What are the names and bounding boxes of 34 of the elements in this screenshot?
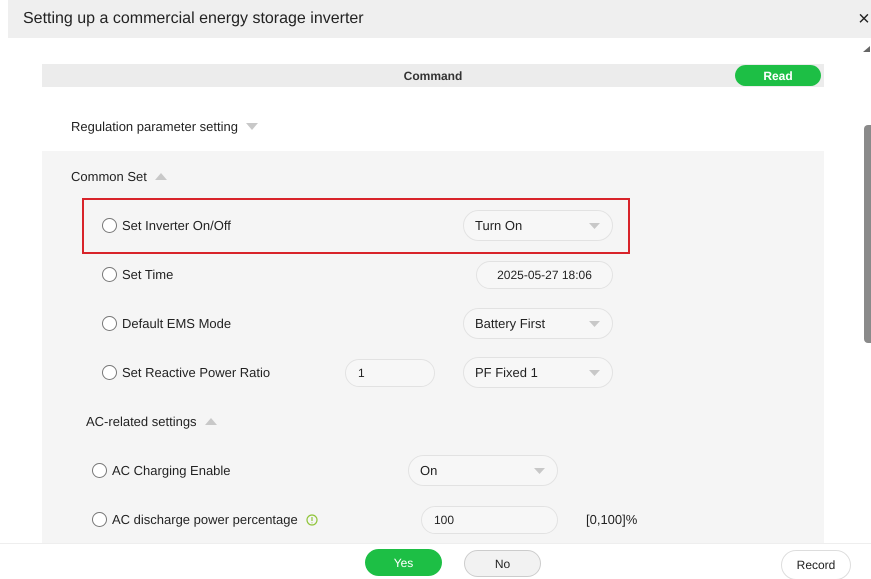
radio-button[interactable] bbox=[92, 463, 107, 478]
input-field[interactable]: 100 bbox=[421, 506, 558, 534]
range-text: [0,100]% bbox=[586, 510, 638, 529]
dropdown[interactable]: PF Fixed 1 bbox=[463, 357, 613, 388]
caret-down-icon bbox=[589, 320, 600, 326]
scrollbar-thumb[interactable] bbox=[864, 125, 871, 343]
radio-button[interactable] bbox=[102, 218, 117, 233]
dropdown[interactable]: On bbox=[408, 455, 558, 486]
caret-down-icon bbox=[589, 222, 600, 228]
close-button[interactable]: × bbox=[857, 9, 871, 29]
record-button[interactable]: Record bbox=[781, 550, 851, 579]
radio-button[interactable] bbox=[102, 267, 117, 282]
dropdown[interactable]: Turn On bbox=[463, 210, 613, 241]
section-title[interactable]: Common Set bbox=[71, 166, 147, 186]
input-field[interactable]: 1 bbox=[345, 358, 435, 386]
date-time-field[interactable]: 2025-05-27 18:06 bbox=[476, 260, 613, 288]
no-button[interactable]: No bbox=[464, 550, 541, 577]
setting-label: Set Time bbox=[122, 266, 174, 284]
radio-button[interactable] bbox=[92, 512, 107, 527]
section-title[interactable]: Regulation parameter setting bbox=[71, 116, 238, 136]
radio-button[interactable] bbox=[102, 316, 117, 331]
setting-label: Default EMS Mode bbox=[122, 314, 232, 333]
section-title[interactable]: AC-related settings bbox=[86, 412, 197, 432]
window-title: Setting up a commercial energy storage inverter bbox=[23, 9, 365, 29]
command-title: Command bbox=[404, 68, 462, 84]
dropdown[interactable]: Battery First bbox=[463, 308, 613, 339]
setting-label: AC Charging Enable bbox=[112, 462, 231, 480]
caret-down-icon bbox=[534, 468, 545, 474]
radio-button[interactable] bbox=[102, 365, 117, 380]
scroll-up-icon[interactable] bbox=[863, 46, 870, 52]
setting-label: Set Inverter On/Off bbox=[122, 216, 231, 235]
caret-down-icon bbox=[589, 370, 600, 376]
setting-label: AC discharge power percentage bbox=[112, 510, 298, 529]
setting-label: Set Reactive Power Ratio bbox=[122, 364, 270, 382]
